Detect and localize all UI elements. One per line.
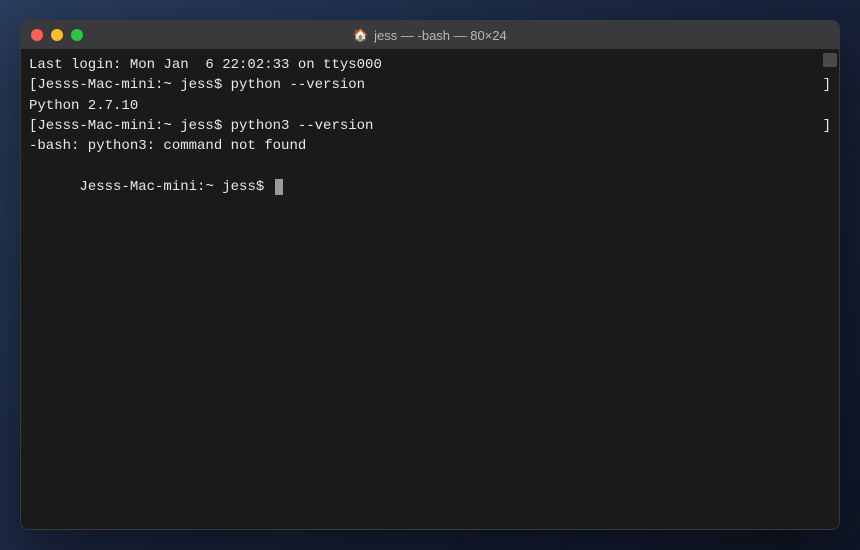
output-line-1: Python 2.7.10	[29, 96, 831, 116]
minimize-icon[interactable]	[51, 29, 63, 41]
output-line-2: -bash: python3: command not found	[29, 136, 831, 156]
last-login-line: Last login: Mon Jan 6 22:02:33 on ttys00…	[29, 55, 831, 75]
prompt-text: [Jesss-Mac-mini:~ jess$ python --version	[29, 75, 365, 95]
traffic-lights	[31, 29, 83, 41]
maximize-icon[interactable]	[71, 29, 83, 41]
scrollbar[interactable]	[823, 53, 837, 67]
prompt-text: Jesss-Mac-mini:~ jess$	[79, 179, 272, 195]
home-icon: 🏠	[353, 28, 368, 42]
prompt-line-3: Jesss-Mac-mini:~ jess$	[29, 156, 831, 217]
title-text: jess — -bash — 80×24	[374, 28, 507, 43]
cursor	[275, 179, 283, 195]
terminal-window: 🏠 jess — -bash — 80×24 Last login: Mon J…	[20, 20, 840, 530]
right-bracket: ]	[823, 75, 831, 95]
prompt-line-1: [Jesss-Mac-mini:~ jess$ python --version…	[29, 75, 831, 95]
prompt-line-2: [Jesss-Mac-mini:~ jess$ python3 --versio…	[29, 116, 831, 136]
window-title: 🏠 jess — -bash — 80×24	[353, 28, 507, 43]
right-bracket: ]	[823, 116, 831, 136]
titlebar[interactable]: 🏠 jess — -bash — 80×24	[21, 21, 839, 49]
prompt-text: [Jesss-Mac-mini:~ jess$ python3 --versio…	[29, 116, 373, 136]
close-icon[interactable]	[31, 29, 43, 41]
terminal-body[interactable]: Last login: Mon Jan 6 22:02:33 on ttys00…	[21, 49, 839, 529]
